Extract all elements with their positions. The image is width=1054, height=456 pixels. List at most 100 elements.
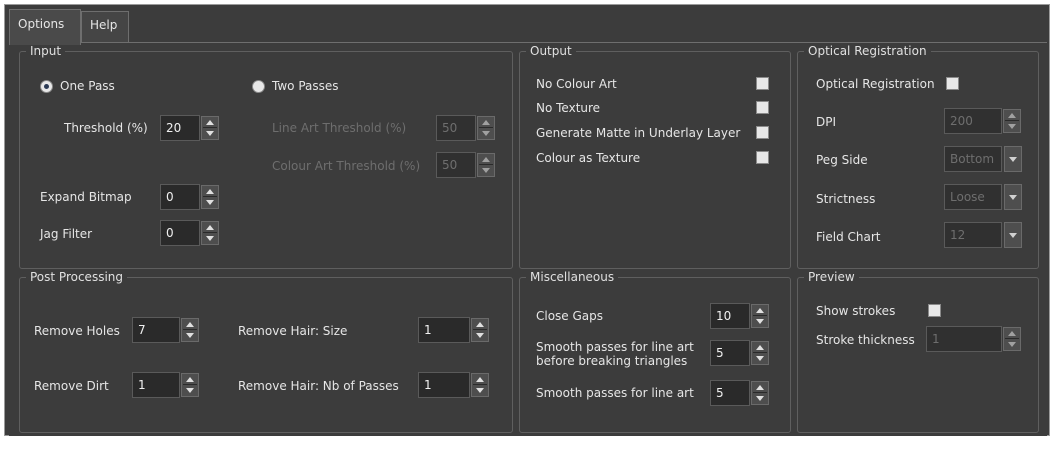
remove-holes-stepper-icon[interactable] (181, 318, 199, 342)
remove-dirt-value[interactable]: 1 (132, 372, 180, 398)
line-art-threshold-spinner[interactable]: 50 (436, 115, 496, 141)
two-passes-label: Two Passes (272, 79, 339, 93)
post-processing-group: Post Processing Remove Holes 7 Remove Ha… (19, 269, 513, 433)
line-art-threshold-label: Line Art Threshold (%) (272, 121, 407, 135)
remove-hair-passes-stepper-icon[interactable] (471, 373, 489, 397)
smooth-before-label-line2: before breaking triangles (536, 354, 688, 368)
remove-holes-spinner[interactable]: 7 (132, 317, 200, 343)
tab-help[interactable]: Help (81, 11, 129, 43)
show-strokes-label: Show strokes (816, 304, 896, 318)
dpi-value[interactable]: 200 (944, 108, 1002, 134)
colour-art-threshold-label: Colour Art Threshold (%) (272, 159, 421, 173)
one-pass-radio[interactable] (40, 80, 53, 93)
smooth-passes-label: Smooth passes for line art (536, 386, 694, 400)
remove-dirt-stepper-icon[interactable] (181, 373, 199, 397)
remove-hair-size-spinner[interactable]: 1 (418, 317, 494, 343)
dpi-spinner[interactable]: 200 (944, 108, 1022, 134)
no-texture-label: No Texture (536, 101, 601, 115)
jag-filter-stepper-icon[interactable] (201, 221, 219, 245)
peg-side-chevron-down-icon[interactable] (1004, 146, 1022, 172)
line-art-threshold-stepper-icon[interactable] (477, 116, 495, 140)
scan-options-panel: Options Help Input One Pass Two Passes T… (4, 4, 1050, 436)
input-group: Input One Pass Two Passes Threshold (%) … (19, 43, 513, 269)
expand-bitmap-value[interactable]: 0 (160, 184, 200, 210)
miscellaneous-group: Miscellaneous Close Gaps 10 Smooth passe… (519, 269, 791, 433)
optical-registration-group-title: Optical Registration (804, 43, 931, 59)
strictness-value[interactable]: Loose (944, 184, 1002, 210)
colour-as-texture-label: Colour as Texture (536, 151, 641, 165)
expand-bitmap-spinner[interactable]: 0 (160, 184, 220, 210)
smooth-before-value[interactable]: 5 (710, 340, 750, 366)
jag-filter-spinner[interactable]: 0 (160, 220, 220, 246)
two-passes-radio[interactable] (252, 80, 265, 93)
close-gaps-spinner[interactable]: 10 (710, 303, 770, 329)
smooth-passes-stepper-icon[interactable] (751, 381, 769, 405)
expand-bitmap-label: Expand Bitmap (40, 190, 132, 204)
output-group: Output No Colour Art No Texture Generate… (519, 43, 791, 269)
strictness-label: Strictness (816, 192, 876, 206)
field-chart-chevron-down-icon[interactable] (1004, 222, 1022, 248)
line-art-threshold-value[interactable]: 50 (436, 115, 476, 141)
jag-filter-value[interactable]: 0 (160, 220, 200, 246)
peg-side-label: Peg Side (816, 153, 868, 167)
remove-hair-passes-label: Remove Hair: Nb of Passes (238, 379, 399, 393)
optical-registration-group: Optical Registration Optical Registratio… (797, 43, 1039, 269)
smooth-before-stepper-icon[interactable] (751, 341, 769, 365)
remove-holes-label: Remove Holes (34, 324, 120, 338)
colour-as-texture-checkbox[interactable] (756, 151, 769, 164)
remove-dirt-spinner[interactable]: 1 (132, 372, 200, 398)
remove-hair-size-label: Remove Hair: Size (238, 324, 348, 338)
miscellaneous-group-title: Miscellaneous (526, 269, 619, 285)
remove-hair-size-value[interactable]: 1 (418, 317, 470, 343)
tab-options[interactable]: Options (9, 9, 81, 45)
peg-side-dropdown[interactable]: Bottom (944, 146, 1022, 172)
field-chart-value[interactable]: 12 (944, 222, 1002, 248)
peg-side-value[interactable]: Bottom (944, 146, 1002, 172)
dpi-stepper-icon[interactable] (1003, 109, 1021, 133)
output-group-title: Output (526, 43, 576, 59)
threshold-value[interactable]: 20 (160, 115, 200, 141)
colour-art-threshold-spinner[interactable]: 50 (436, 152, 496, 178)
smooth-passes-value[interactable]: 5 (710, 380, 750, 406)
show-strokes-checkbox[interactable] (928, 304, 941, 317)
stroke-thickness-stepper-icon[interactable] (1003, 327, 1021, 351)
preview-group: Preview Show strokes Stroke thickness 1 (797, 269, 1039, 433)
threshold-spinner[interactable]: 20 (160, 115, 220, 141)
remove-dirt-label: Remove Dirt (34, 379, 109, 393)
remove-hair-passes-value[interactable]: 1 (418, 372, 470, 398)
expand-bitmap-stepper-icon[interactable] (201, 185, 219, 209)
options-pane: Input One Pass Two Passes Threshold (%) … (9, 42, 1047, 436)
remove-hair-passes-spinner[interactable]: 1 (418, 372, 494, 398)
jag-filter-label: Jag Filter (40, 227, 93, 241)
generate-matte-checkbox[interactable] (756, 126, 769, 139)
close-gaps-label: Close Gaps (536, 309, 604, 323)
close-gaps-value[interactable]: 10 (710, 303, 750, 329)
preview-group-title: Preview (804, 269, 859, 285)
stroke-thickness-label: Stroke thickness (816, 333, 915, 347)
optical-registration-checkbox[interactable] (946, 77, 959, 90)
strictness-dropdown[interactable]: Loose (944, 184, 1022, 210)
post-processing-group-title: Post Processing (26, 269, 127, 285)
stroke-thickness-spinner[interactable]: 1 (926, 326, 1022, 352)
field-chart-dropdown[interactable]: 12 (944, 222, 1022, 248)
no-texture-checkbox[interactable] (756, 101, 769, 114)
threshold-label: Threshold (%) (64, 121, 148, 135)
one-pass-label: One Pass (60, 79, 115, 93)
input-group-title: Input (26, 43, 66, 59)
remove-holes-value[interactable]: 7 (132, 317, 180, 343)
field-chart-label: Field Chart (816, 230, 881, 244)
no-colour-art-checkbox[interactable] (756, 77, 769, 90)
no-colour-art-label: No Colour Art (536, 77, 617, 91)
smooth-before-spinner[interactable]: 5 (710, 340, 770, 366)
close-gaps-stepper-icon[interactable] (751, 304, 769, 328)
stroke-thickness-value[interactable]: 1 (926, 326, 1002, 352)
optical-registration-label: Optical Registration (816, 77, 935, 91)
dpi-label: DPI (816, 115, 837, 129)
colour-art-threshold-value[interactable]: 50 (436, 152, 476, 178)
colour-art-threshold-stepper-icon[interactable] (477, 153, 495, 177)
threshold-stepper-icon[interactable] (201, 116, 219, 140)
smooth-passes-spinner[interactable]: 5 (710, 380, 770, 406)
remove-hair-size-stepper-icon[interactable] (471, 318, 489, 342)
generate-matte-label: Generate Matte in Underlay Layer (536, 126, 741, 140)
strictness-chevron-down-icon[interactable] (1004, 184, 1022, 210)
